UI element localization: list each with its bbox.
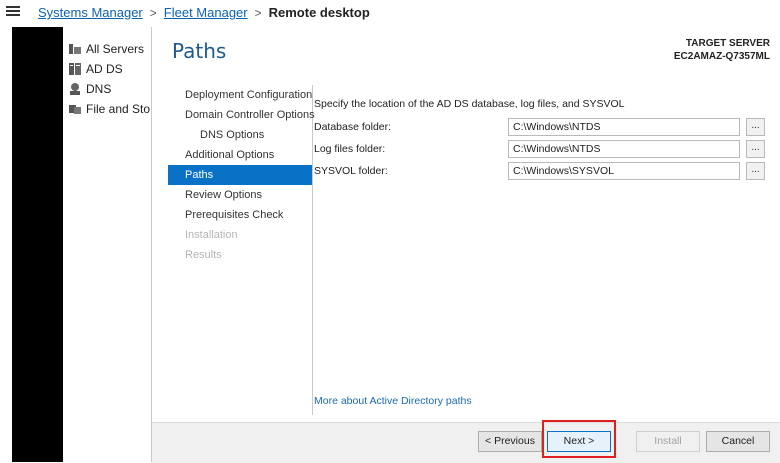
breadcrumb-current: Remote desktop [268,5,370,20]
database-folder-row: Database folder: C:\Windows\NTDS ... [314,118,769,138]
nav-item-ad-ds[interactable]: AD DS [69,62,123,80]
nav-item-label: All Servers [86,42,145,56]
wizard-button-bar: < Previous Next > Install Cancel [152,422,780,463]
nav-item-label: AD DS [86,62,123,76]
server-manager-nav: All Servers AD DS DNS File and Sto [63,27,152,462]
step-additional-options[interactable]: Additional Options [168,145,312,165]
step-dns-options[interactable]: DNS Options [168,125,312,145]
target-server-label: TARGET SERVER [685,38,770,49]
sysvol-folder-label: SYSVOL folder: [314,165,388,177]
step-deployment-configuration[interactable]: Deployment Configuration [168,85,312,105]
breadcrumb-systems-manager[interactable]: Systems Manager [38,5,143,20]
target-server: TARGET SERVER EC2AMAZ-Q7357ML [674,37,770,63]
nav-item-label: File and Sto [86,102,151,116]
breadcrumb-fleet-manager[interactable]: Fleet Manager [164,5,248,20]
cancel-button[interactable]: Cancel [706,431,770,452]
sysvol-folder-input[interactable]: C:\Windows\SYSVOL [508,162,740,180]
intro-text: Specify the location of the AD DS databa… [314,98,625,110]
file-storage-icon [69,105,81,114]
breadcrumb: Systems Manager > Fleet Manager > Remote des… [38,5,370,20]
chevron-right-icon: > [254,6,262,20]
next-button-highlight [542,420,616,458]
servers-icon [69,44,81,54]
page-title: Paths [172,39,227,63]
log-files-folder-label: Log files folder: [314,143,386,155]
nav-item-file-storage[interactable]: File and Sto [69,102,150,120]
nav-item-dns[interactable]: DNS [69,82,111,100]
log-files-folder-browse-button[interactable]: ... [746,140,765,158]
nav-item-label: DNS [86,82,112,96]
nav-item-all-servers[interactable]: All Servers [69,42,144,60]
top-bar: Systems Manager > Fleet Manager > Remote des… [0,0,780,27]
ad-ds-config-wizard: Paths TARGET SERVER EC2AMAZ-Q7357ML Depl… [152,27,780,449]
target-server-value: EC2AMAZ-Q7357ML [673,51,770,62]
remote-desktop-left-panel [12,27,63,462]
log-files-folder-row: Log files folder: C:\Windows\NTDS ... [314,140,769,160]
remote-frame-margin [0,27,12,462]
database-folder-label: Database folder: [314,121,392,133]
menu-icon[interactable] [6,4,20,18]
step-results: Results [185,249,222,261]
install-button: Install [636,431,700,452]
log-files-folder-input[interactable]: C:\Windows\NTDS [508,140,740,158]
sysvol-folder-browse-button[interactable]: ... [746,162,765,180]
more-about-paths-link[interactable]: More about Active Directory paths [314,395,472,407]
dns-icon [70,83,80,95]
step-prerequisites-check[interactable]: Prerequisites Check [168,205,312,225]
sysvol-folder-row: SYSVOL folder: C:\Windows\SYSVOL ... [314,162,769,182]
wizard-steps: Deployment Configuration Domain Controll… [168,85,315,415]
database-folder-browse-button[interactable]: ... [746,118,765,136]
adds-icon [69,63,81,75]
step-review-options[interactable]: Review Options [168,185,312,205]
chevron-right-icon: > [149,6,157,20]
step-paths[interactable]: Paths [168,165,312,185]
step-installation: Installation [185,229,238,241]
step-domain-controller-options[interactable]: Domain Controller Options [168,105,315,125]
previous-button[interactable]: < Previous [478,431,542,452]
database-folder-input[interactable]: C:\Windows\NTDS [508,118,740,136]
